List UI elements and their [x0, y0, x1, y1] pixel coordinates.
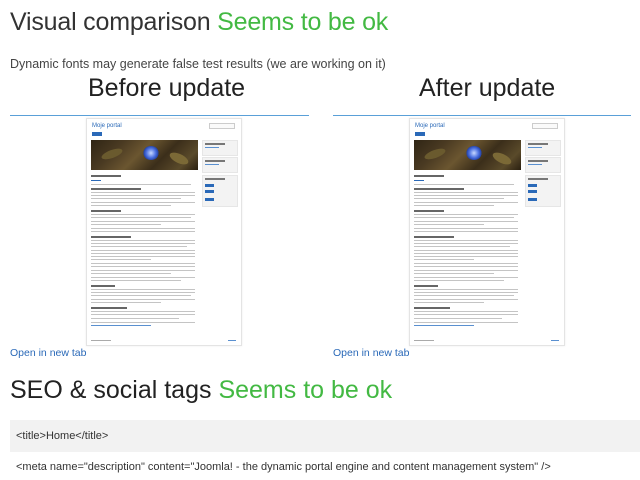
search-thumbnail [209, 123, 235, 129]
search-thumbnail [532, 123, 558, 129]
meta-description-code: <meta name="description" content="Joomla… [10, 456, 640, 480]
login-module [202, 175, 238, 207]
side-module [202, 140, 238, 156]
seo-social-heading: SEO & social tags Seems to be ok [10, 376, 392, 405]
before-open-in-new-tab-link[interactable]: Open in new tab [10, 347, 86, 359]
after-update-title: After update [419, 74, 556, 102]
before-screenshot[interactable]: Moje portal [86, 118, 242, 346]
after-divider [333, 115, 631, 116]
side-module [202, 157, 238, 173]
site-brand-thumbnail: Moje portal [415, 123, 445, 129]
flower-icon [143, 146, 159, 160]
banner-image [414, 140, 521, 170]
before-divider [10, 115, 309, 116]
visual-comparison-title: Visual comparison [10, 8, 211, 36]
site-brand-thumbnail: Moje portal [92, 123, 122, 129]
dynamic-fonts-note: Dynamic fonts may generate false test re… [10, 57, 386, 71]
side-module [525, 157, 561, 173]
visual-comparison-heading: Visual comparison Seems to be ok [10, 8, 388, 37]
nav-button-thumbnail [92, 132, 102, 136]
nav-button-thumbnail [415, 132, 425, 136]
before-update-title: Before update [88, 74, 246, 102]
after-open-in-new-tab-link[interactable]: Open in new tab [333, 347, 409, 359]
seo-social-status: Seems to be ok [218, 376, 393, 404]
banner-image [91, 140, 198, 170]
visual-comparison-status: Seems to be ok [217, 8, 389, 36]
after-screenshot[interactable]: Moje portal [409, 118, 565, 346]
flower-icon [466, 146, 482, 160]
login-module [525, 175, 561, 207]
side-module [525, 140, 561, 156]
seo-social-title: SEO & social tags [10, 376, 212, 404]
title-tag-code: <title>Home</title> [10, 420, 640, 452]
